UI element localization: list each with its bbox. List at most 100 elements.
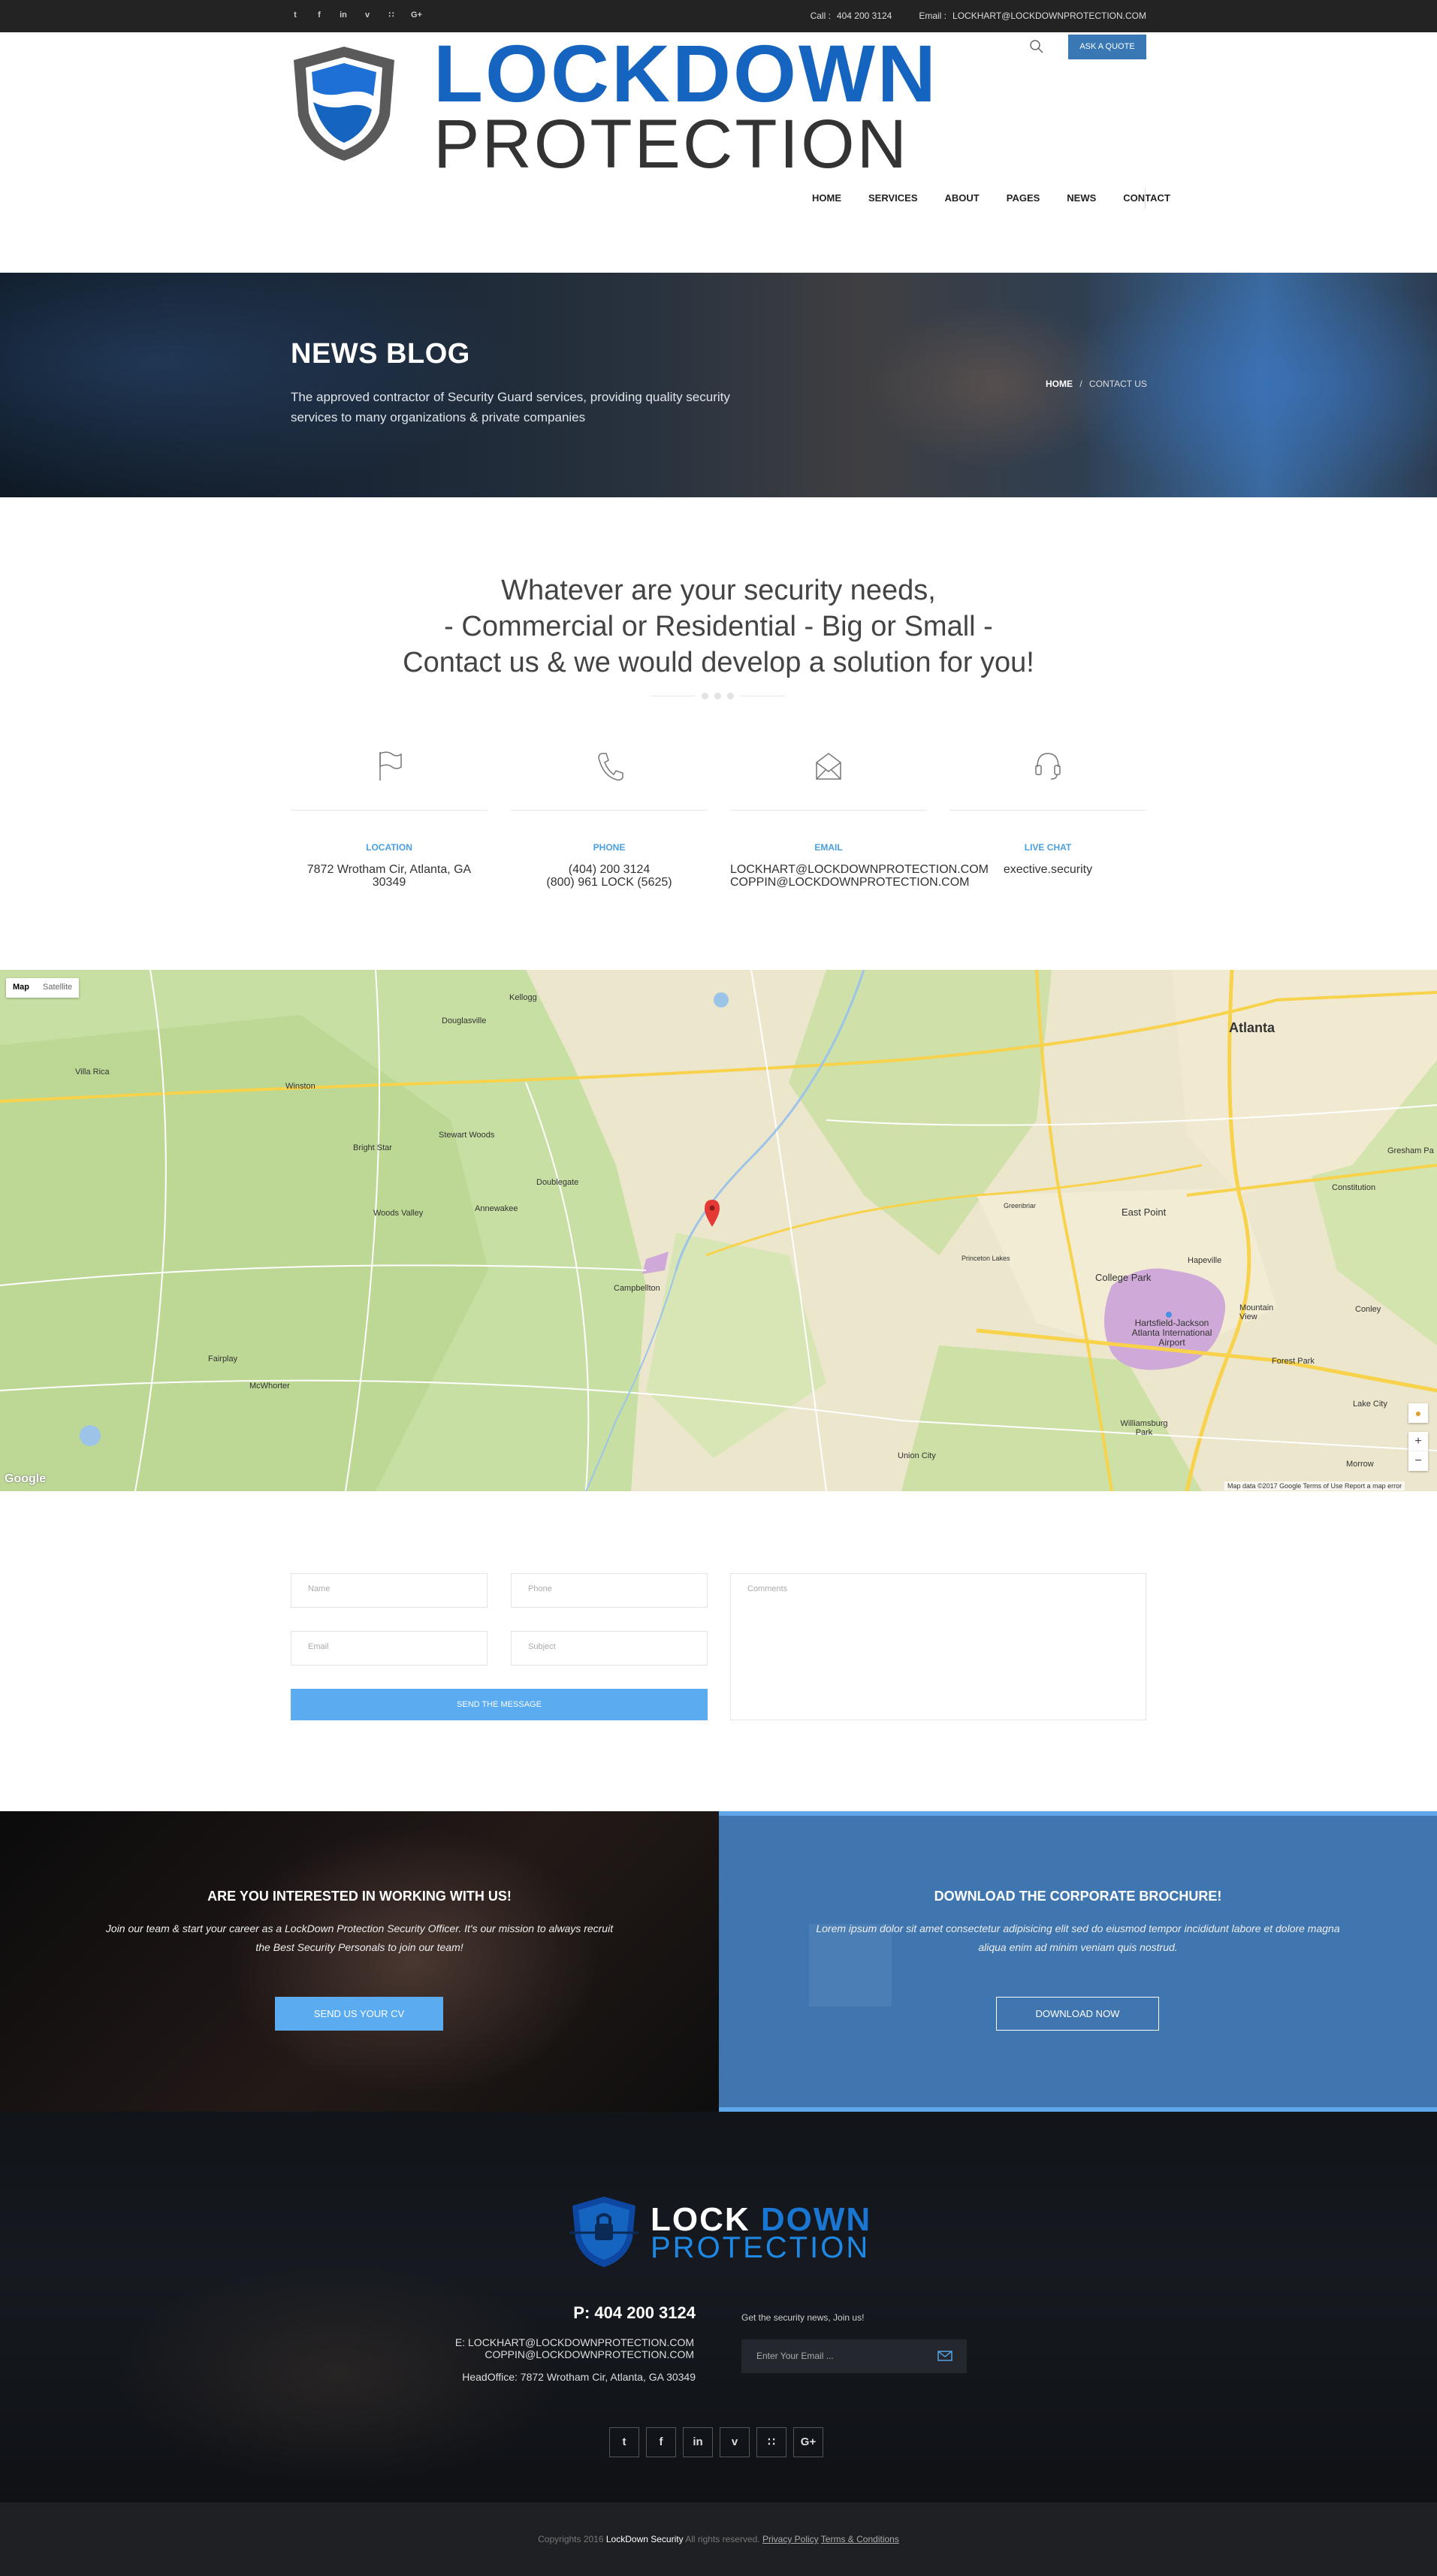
facebook-icon[interactable]: f xyxy=(646,2427,676,2457)
brochure-title: DOWNLOAD THE CORPORATE BROCHURE! xyxy=(934,1889,1222,1904)
nav-home[interactable]: HOME xyxy=(799,192,855,204)
chat-handle[interactable]: exective.security xyxy=(949,863,1146,876)
terms-link[interactable]: Terms & Conditions xyxy=(821,2534,899,2544)
comments-textarea[interactable]: Comments xyxy=(730,1573,1146,1720)
vimeo-icon[interactable]: v xyxy=(720,2427,750,2457)
info-live-chat: LIVE CHAT exective.security xyxy=(949,747,1146,876)
linkedin-icon[interactable]: in xyxy=(683,2427,713,2457)
map-label: Fairplay xyxy=(208,1354,238,1363)
rss-icon[interactable]: ∷ xyxy=(756,2427,786,2457)
topbar-call: Call : 404 200 3124 xyxy=(811,11,892,21)
twitter-icon[interactable]: t xyxy=(609,2427,639,2457)
name-field[interactable]: Name xyxy=(291,1573,488,1608)
twitter-icon[interactable]: t xyxy=(291,11,300,20)
nav-contact[interactable]: CONTACT xyxy=(1109,192,1184,204)
breadcrumb: HOME / CONTACT US xyxy=(1046,379,1147,389)
main-nav: HOME SERVICES ABOUT PAGES NEWS CONTACT xyxy=(799,192,1184,204)
google-logo: Google xyxy=(5,1472,47,1485)
email-value[interactable]: LOCKHART@LOCKDOWNPROTECTION.COM xyxy=(952,11,1146,21)
brochure-text: Lorem ipsum dolor sit amet consectetur a… xyxy=(816,1922,1340,1953)
send-message-button[interactable]: SEND THE MESSAGE xyxy=(291,1689,708,1720)
info-phone: PHONE (404) 200 3124 (800) 961 LOCK (562… xyxy=(511,747,708,889)
nav-news[interactable]: NEWS xyxy=(1053,192,1109,204)
zoom-in-button[interactable]: + xyxy=(1408,1432,1428,1451)
footer-email[interactable]: E: LOCKHART@LOCKDOWNPROTECTION.COM xyxy=(376,2336,694,2348)
privacy-policy-link[interactable]: Privacy Policy xyxy=(762,2534,819,2544)
linkedin-icon[interactable]: in xyxy=(339,11,348,20)
map-label: Union City xyxy=(898,1451,936,1460)
map-label: Winston xyxy=(285,1082,315,1091)
send-envelope-icon[interactable] xyxy=(937,2350,952,2362)
street-view-pegman-icon[interactable]: ● xyxy=(1408,1403,1428,1423)
facebook-icon[interactable]: f xyxy=(315,11,324,20)
phone-field[interactable]: Phone xyxy=(511,1573,708,1608)
breadcrumb-current: CONTACT US xyxy=(1089,379,1147,389)
map-label: East Point xyxy=(1122,1206,1167,1218)
nav-about[interactable]: ABOUT xyxy=(931,192,993,204)
map-label: Lake City xyxy=(1353,1400,1387,1409)
page-subtitle: The approved contractor of Security Guar… xyxy=(291,390,730,424)
logo-wordmark-lockdown[interactable]: LOCKDOWN xyxy=(433,32,938,116)
footer-shield-logo-icon[interactable] xyxy=(569,2194,638,2269)
email-line[interactable]: COPPIN@LOCKDOWNPROTECTION.COM xyxy=(730,876,969,889)
envelope-icon xyxy=(816,753,841,780)
google-plus-icon[interactable]: G+ xyxy=(793,2427,823,2457)
intro-statement: Whatever are your security needs, - Comm… xyxy=(0,572,1437,681)
map-type-map-button[interactable]: Map xyxy=(6,978,36,998)
phone-line[interactable]: (800) 961 LOCK (5625) xyxy=(511,876,708,889)
info-rule xyxy=(730,810,927,811)
copyright-rights: All rights reserved. xyxy=(685,2534,760,2544)
map-type-satellite-button[interactable]: Satellite xyxy=(36,978,79,998)
search-icon[interactable] xyxy=(1029,39,1044,54)
newsletter-label: Get the security news, Join us! xyxy=(741,2312,865,2323)
map-label: Campbellton xyxy=(614,1284,660,1293)
map-label: Conley xyxy=(1355,1305,1381,1314)
footer-phone[interactable]: P: 404 200 3124 xyxy=(526,2303,696,2323)
map-attribution[interactable]: Map data ©2017 Google Terms of Use Repor… xyxy=(1224,1481,1405,1490)
map-label: Villa Rica xyxy=(75,1068,110,1077)
map-label: Hartsfield-Jackson Atlanta International… xyxy=(1131,1318,1212,1348)
vimeo-icon[interactable]: v xyxy=(363,11,372,20)
nav-services[interactable]: SERVICES xyxy=(855,192,931,204)
footer-logo-protection[interactable]: PROTECTION xyxy=(651,2231,870,2265)
nav-pages[interactable]: PAGES xyxy=(993,192,1054,204)
footer-email[interactable]: COPPIN@LOCKDOWNPROTECTION.COM xyxy=(376,2348,694,2360)
info-value: exective.security xyxy=(949,863,1146,876)
phone-line[interactable]: (404) 200 3124 xyxy=(511,863,708,876)
subject-field[interactable]: Subject xyxy=(511,1631,708,1665)
map-label: Douglasville xyxy=(442,1016,487,1025)
zoom-out-button[interactable]: − xyxy=(1408,1451,1428,1471)
flag-icon xyxy=(379,751,402,781)
map-label: College Park xyxy=(1095,1272,1152,1283)
copyright-brand[interactable]: LockDown Security xyxy=(606,2534,684,2544)
send-cv-button[interactable]: SEND US YOUR CV xyxy=(275,1997,443,2031)
map-label: McWhorter xyxy=(249,1382,290,1391)
rss-icon[interactable]: ∷ xyxy=(387,11,396,20)
info-value: (404) 200 3124 (800) 961 LOCK (5625) xyxy=(511,863,708,889)
page-hero xyxy=(0,273,1437,497)
breadcrumb-home[interactable]: HOME xyxy=(1046,379,1073,389)
footer-social-links: t f in v ∷ G+ xyxy=(609,2427,823,2457)
logo-wordmark-protection[interactable]: PROTECTION xyxy=(433,107,909,182)
call-value[interactable]: 404 200 3124 xyxy=(837,11,892,21)
info-location: LOCATION 7872 Wrotham Cir, Atlanta, GA 3… xyxy=(291,747,488,889)
map-label: Doublegate xyxy=(536,1178,579,1187)
info-label: EMAIL xyxy=(814,842,843,853)
ask-a-quote-button[interactable]: ASK A QUOTE xyxy=(1068,35,1146,59)
topbar-email: Email : LOCKHART@LOCKDOWNPROTECTION.COM xyxy=(919,11,1146,21)
map-label: Stewart Woods xyxy=(439,1131,495,1140)
call-label: Call : xyxy=(810,11,831,21)
map-label: Woods Valley xyxy=(373,1209,424,1218)
map-label: Bright Star xyxy=(353,1143,392,1152)
map-label: Princeton Lakes xyxy=(962,1255,1010,1262)
map-tiles xyxy=(0,970,1437,1491)
info-rule xyxy=(511,810,708,811)
newsletter-email-input[interactable]: Enter Your Email ... xyxy=(741,2339,967,2373)
shield-logo-icon[interactable] xyxy=(291,44,397,164)
email-line[interactable]: LOCKHART@LOCKDOWNPROTECTION.COM xyxy=(730,863,989,876)
google-plus-icon[interactable]: G+ xyxy=(411,11,422,20)
email-field[interactable]: Email xyxy=(291,1631,488,1665)
breadcrumb-separator: / xyxy=(1079,379,1082,389)
location-map[interactable] xyxy=(0,970,1437,1491)
download-now-button[interactable]: DOWNLOAD NOW xyxy=(996,1997,1159,2031)
